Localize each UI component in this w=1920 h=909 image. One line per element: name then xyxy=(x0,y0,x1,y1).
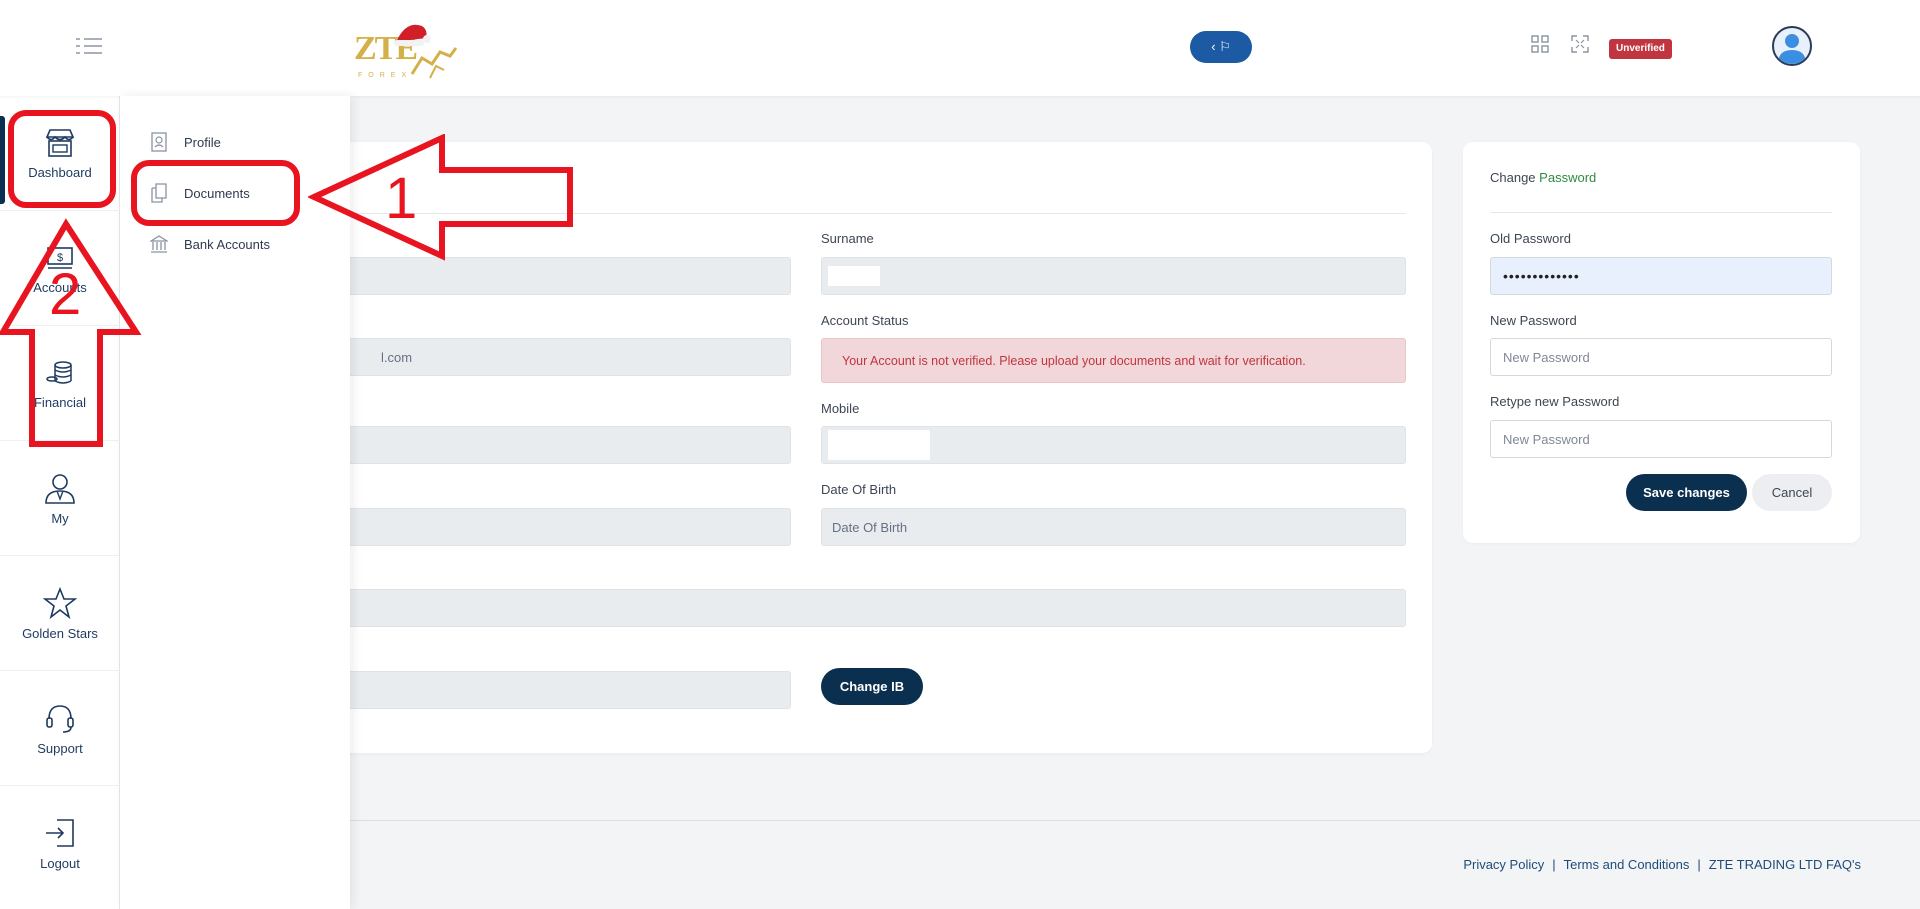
new-password-label: New Password xyxy=(1490,313,1577,328)
rail-item-golden-stars[interactable]: Golden Stars xyxy=(0,556,120,671)
user-avatar[interactable] xyxy=(1772,26,1812,66)
money-icon: $ xyxy=(47,246,73,269)
star-icon xyxy=(43,586,77,619)
bull-icon xyxy=(410,47,458,79)
bank-icon xyxy=(150,235,168,253)
id-card-icon xyxy=(151,132,167,152)
change-password-title: Change Password xyxy=(1490,170,1596,185)
store-icon xyxy=(45,128,75,157)
menu-toggle-icon[interactable] xyxy=(76,36,102,56)
language-flag-button[interactable]: ‹ ⚐ xyxy=(1190,31,1252,63)
brand-logo[interactable]: ZTE FOREX xyxy=(350,16,460,82)
footer-divider xyxy=(120,820,1920,821)
surname-redaction xyxy=(828,266,880,286)
profile-divider xyxy=(260,213,1406,214)
rail-label-my: My xyxy=(51,510,69,526)
old-password-input[interactable]: ••••••••••••• xyxy=(1490,257,1832,295)
svg-text:$: $ xyxy=(57,252,63,264)
change-ib-button[interactable]: Change IB xyxy=(821,668,923,705)
rail-label-financial: Financial xyxy=(33,394,87,410)
surname-label: Surname xyxy=(821,231,874,246)
submenu-item-profile[interactable]: Profile xyxy=(150,132,221,152)
date-of-birth-field[interactable]: Date Of Birth xyxy=(821,508,1406,546)
top-header: ZTE FOREX ‹ ⚐ Unverified xyxy=(0,0,1920,96)
grid-icon[interactable] xyxy=(1530,34,1550,54)
rail-label-accounts: Accounts xyxy=(33,279,87,295)
mobile-redaction xyxy=(828,430,930,460)
rail-item-financial[interactable]: Financial xyxy=(0,326,120,441)
left-rail: Dashboard $ Accounts Financial My Golden xyxy=(0,96,120,909)
headset-icon xyxy=(46,704,74,733)
documents-icon xyxy=(151,183,167,203)
new-password-input[interactable]: New Password xyxy=(1490,338,1832,376)
submenu-label-bank-accounts: Bank Accounts xyxy=(184,236,270,252)
rail-label-logout: Logout xyxy=(40,856,80,871)
status-badge: Unverified xyxy=(1609,39,1672,59)
rail-item-logout[interactable]: Logout xyxy=(0,786,120,901)
faq-link[interactable]: ZTE TRADING LTD FAQ's xyxy=(1709,857,1861,872)
rail-item-support[interactable]: Support xyxy=(0,671,120,786)
mobile-label: Mobile xyxy=(821,401,860,416)
footer-separator: | xyxy=(1552,857,1556,872)
submenu-label-profile: Profile xyxy=(184,134,221,150)
save-changes-button[interactable]: Save changes xyxy=(1626,474,1747,511)
fullscreen-icon[interactable] xyxy=(1570,34,1590,54)
account-status-label: Account Status xyxy=(821,313,909,328)
footer-links: Privacy Policy | Terms and Conditions | … xyxy=(1463,857,1861,872)
rail-label-support: Support xyxy=(37,740,83,756)
rail-item-accounts[interactable]: $ Accounts xyxy=(0,211,120,326)
cancel-button[interactable]: Cancel xyxy=(1752,474,1832,511)
terms-link[interactable]: Terms and Conditions xyxy=(1564,857,1690,872)
password-divider xyxy=(1490,212,1832,213)
retype-password-label: Retype new Password xyxy=(1490,394,1620,409)
user-tie-icon xyxy=(45,473,75,504)
rail-item-my[interactable]: My xyxy=(0,441,120,556)
submenu-item-bank-accounts[interactable]: Bank Accounts xyxy=(150,234,270,254)
footer-separator: | xyxy=(1697,857,1701,872)
title-highlight: Password xyxy=(1539,170,1597,185)
privacy-policy-link[interactable]: Privacy Policy xyxy=(1463,857,1544,872)
rail-item-dashboard[interactable]: Dashboard xyxy=(0,96,120,211)
submenu-label-documents: Documents xyxy=(184,185,250,201)
logo-subtext: FOREX xyxy=(358,72,413,79)
account-status-alert: Your Account is not verified. Please upl… xyxy=(821,338,1406,383)
rail-label-dashboard: Dashboard xyxy=(28,164,92,180)
rail-label-golden-stars: Golden Stars xyxy=(22,625,98,641)
mobile-field[interactable] xyxy=(821,426,1406,464)
coins-icon xyxy=(46,360,72,384)
surname-field[interactable] xyxy=(821,257,1406,295)
dob-label: Date Of Birth xyxy=(821,482,897,497)
dashboard-submenu: Profile Documents Bank Accounts xyxy=(120,96,350,909)
retype-password-input[interactable]: New Password xyxy=(1490,420,1832,458)
submenu-item-documents[interactable]: Documents xyxy=(150,183,250,203)
logout-icon xyxy=(46,819,74,847)
address-field[interactable] xyxy=(260,589,1406,627)
title-prefix: Change xyxy=(1490,170,1536,185)
old-password-label: Old Password xyxy=(1490,231,1571,246)
user-icon xyxy=(1778,34,1806,64)
